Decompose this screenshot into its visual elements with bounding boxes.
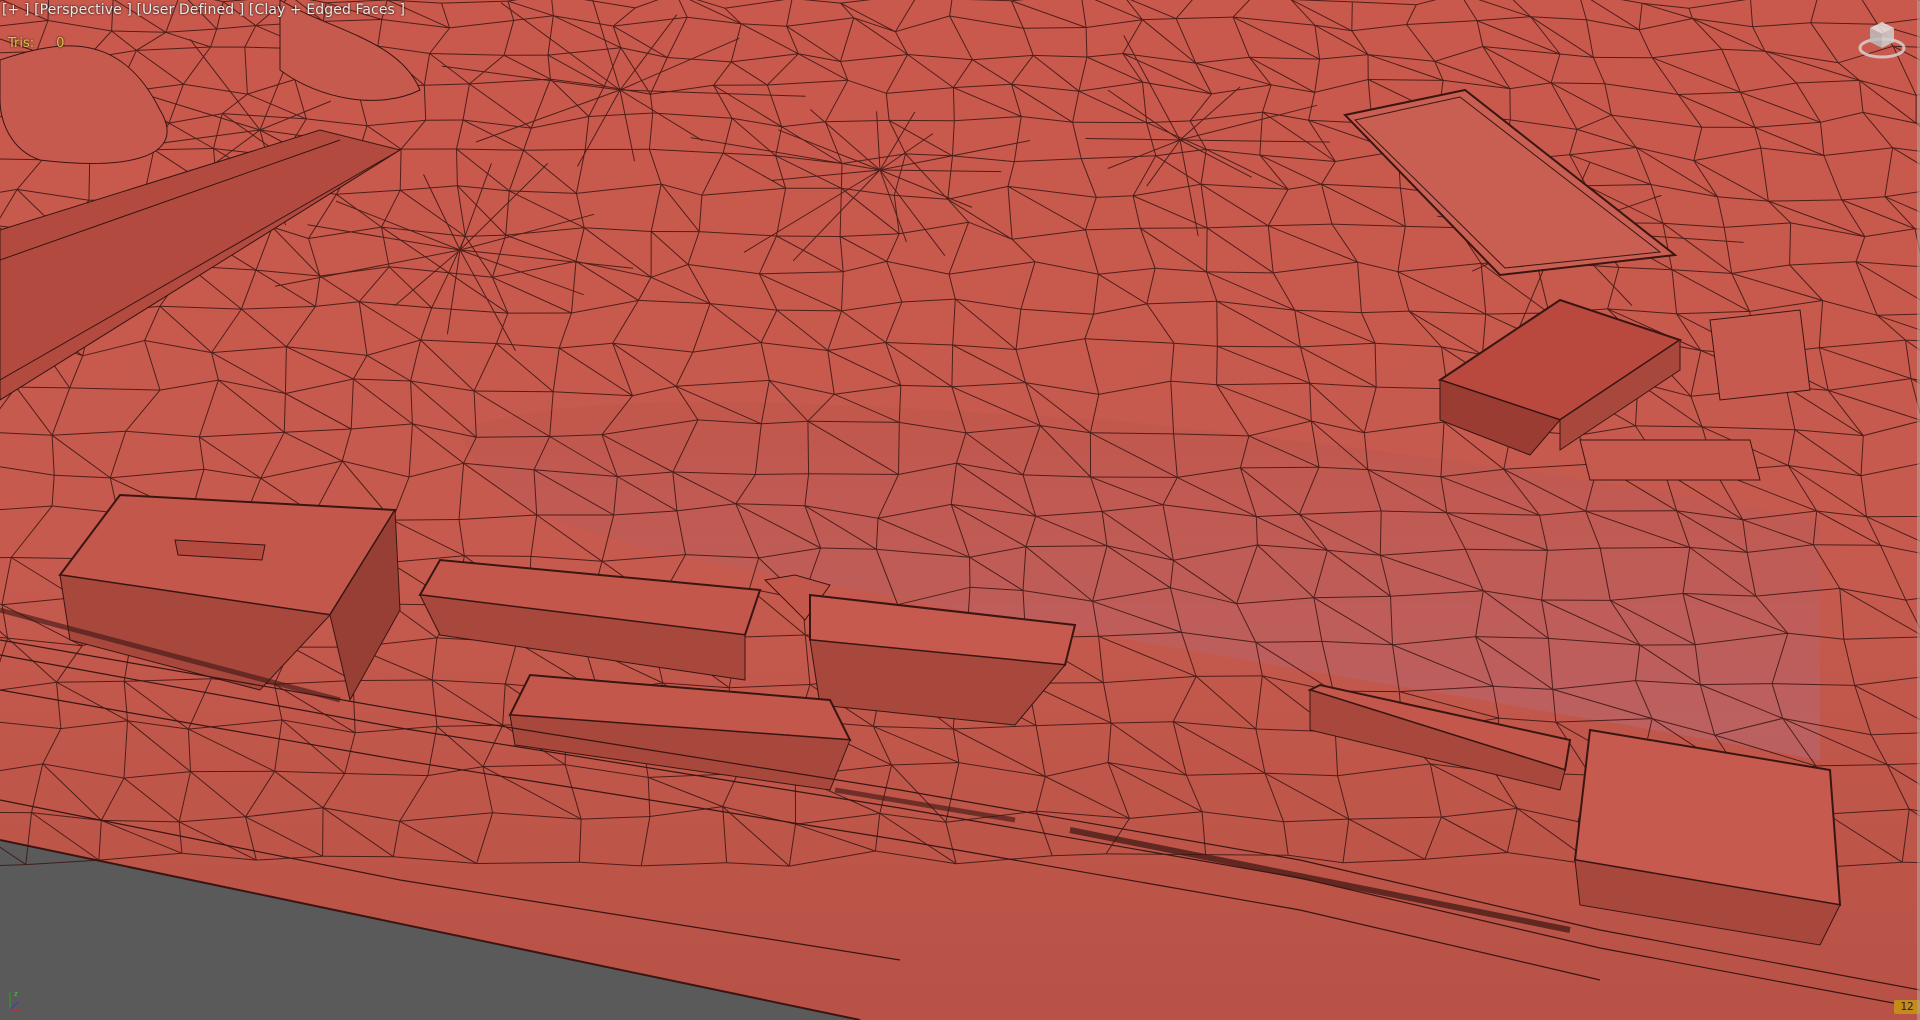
viewport-label[interactable]: [+ ] [Perspective ] [User Defined ] [Cla… <box>2 2 405 18</box>
mesh-edge <box>1206 227 1208 272</box>
svg-text:z: z <box>14 990 18 998</box>
axis-tripod-icon: z <box>9 990 22 1011</box>
mesh-edge <box>1240 466 1320 469</box>
mesh-edge <box>840 163 843 189</box>
mesh-edge <box>808 473 899 475</box>
mesh-edge <box>807 421 810 474</box>
mesh-edge <box>1217 345 1301 348</box>
scene-render[interactable] <box>0 0 1920 1020</box>
mesh-edge <box>1813 544 1881 546</box>
mesh-edge <box>464 555 531 557</box>
view-type-label[interactable]: [Perspective ] <box>34 2 132 18</box>
mesh-edge <box>1351 1 1353 31</box>
tris-value: 0 <box>56 36 65 51</box>
camera-label[interactable]: [User Defined ] <box>137 2 245 18</box>
mesh-edge <box>0 557 12 559</box>
tris-label: Tris: <box>8 36 35 51</box>
mesh-edge <box>1205 854 1289 856</box>
viewport-stats: Tris: 0 <box>8 36 64 51</box>
viewport-menu[interactable]: [+ ] <box>2 2 30 18</box>
mesh-edge <box>969 557 971 588</box>
shading-mode-label[interactable]: [Clay + Edged Faces ] <box>249 2 405 18</box>
mesh-edge <box>353 679 433 681</box>
mesh-edge <box>1216 301 1218 347</box>
viewcube-icon[interactable] <box>1856 16 1908 62</box>
mesh-edge <box>776 235 841 237</box>
mesh-edge <box>1600 546 1690 549</box>
mesh-edge <box>1196 675 1263 677</box>
perspective-viewport[interactable]: [+ ] [Perspective ] [User Defined ] [Cla… <box>0 0 1920 1020</box>
mesh-edge <box>1216 346 1218 385</box>
mesh-edge <box>755 473 809 475</box>
mesh-edge <box>392 519 460 521</box>
mesh-edge <box>523 149 586 151</box>
mesh-edge <box>476 436 550 438</box>
